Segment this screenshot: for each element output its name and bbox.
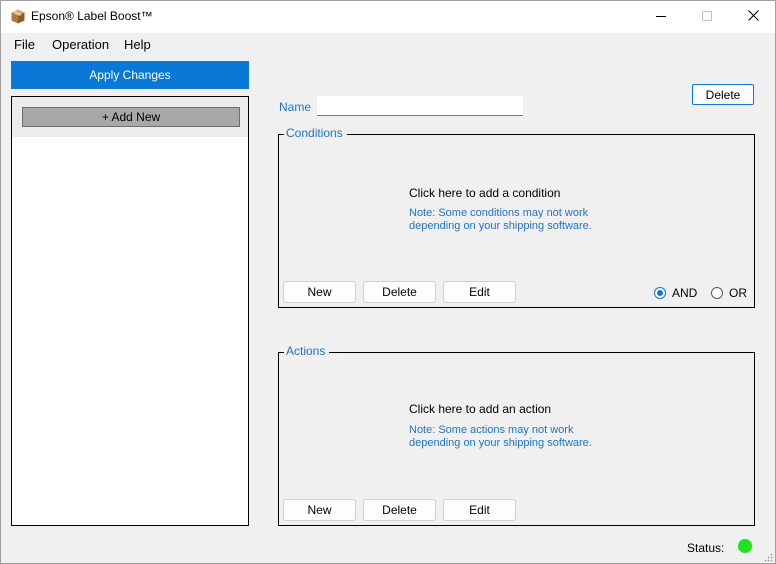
- conditions-new-button[interactable]: New: [283, 281, 356, 303]
- minimize-icon: [656, 10, 666, 24]
- actions-edit-button[interactable]: Edit: [443, 499, 516, 521]
- actions-new-button[interactable]: New: [283, 499, 356, 521]
- conditions-note-line1: Note: Some conditions may not work: [409, 207, 589, 219]
- actions-group: Actions Click here to add an action Note…: [278, 344, 755, 526]
- package-box-icon: [11, 9, 25, 24]
- actions-delete-button[interactable]: Delete: [363, 499, 436, 521]
- minimize-button[interactable]: [638, 1, 684, 33]
- app-window: Epson® Label Boost™ File Operation Help …: [0, 0, 776, 564]
- add-new-button[interactable]: + Add New: [22, 107, 240, 127]
- conditions-delete-button[interactable]: Delete: [363, 281, 436, 303]
- menu-help[interactable]: Help: [124, 37, 151, 52]
- name-input[interactable]: [317, 96, 523, 116]
- actions-note-line1: Note: Some actions may not work: [409, 424, 574, 436]
- actions-title: Actions: [284, 344, 330, 358]
- conditions-add-area[interactable]: Click here to add a condition Note: Some…: [283, 145, 750, 275]
- and-radio-label: AND: [672, 286, 698, 300]
- conditions-group: Conditions Click here to add a condition…: [278, 126, 755, 308]
- actions-hint: Click here to add an action: [409, 402, 552, 416]
- apply-changes-button[interactable]: Apply Changes: [11, 61, 249, 89]
- actions-note-line2: depending on your shipping software.: [409, 437, 592, 449]
- maximize-icon: [702, 10, 712, 24]
- window-title: Epson® Label Boost™: [31, 9, 153, 23]
- menu-operation[interactable]: Operation: [52, 37, 109, 52]
- menu-file[interactable]: File: [14, 37, 35, 52]
- status-indicator: [738, 539, 752, 553]
- resize-grip-icon[interactable]: [763, 551, 773, 562]
- status-label: Status:: [687, 541, 725, 555]
- conditions-edit-button[interactable]: Edit: [443, 281, 516, 303]
- or-radio[interactable]: [711, 287, 723, 299]
- title-bar[interactable]: Epson® Label Boost™: [1, 1, 775, 33]
- or-radio-label: OR: [729, 286, 747, 300]
- close-button[interactable]: [730, 1, 775, 33]
- and-radio[interactable]: [654, 287, 666, 299]
- name-label: Name: [279, 100, 312, 114]
- conditions-note-line2: depending on your shipping software.: [409, 220, 592, 232]
- actions-add-area[interactable]: Click here to add an action Note: Some a…: [283, 363, 750, 493]
- conditions-title: Conditions: [284, 126, 347, 140]
- rule-list[interactable]: + Add New: [11, 96, 249, 526]
- close-icon: [747, 10, 759, 24]
- delete-rule-button[interactable]: Delete: [692, 84, 754, 105]
- add-new-row: + Add New: [12, 97, 248, 137]
- conditions-hint: Click here to add a condition: [409, 186, 561, 200]
- menu-bar: File Operation Help: [1, 33, 775, 55]
- maximize-button: [684, 1, 730, 33]
